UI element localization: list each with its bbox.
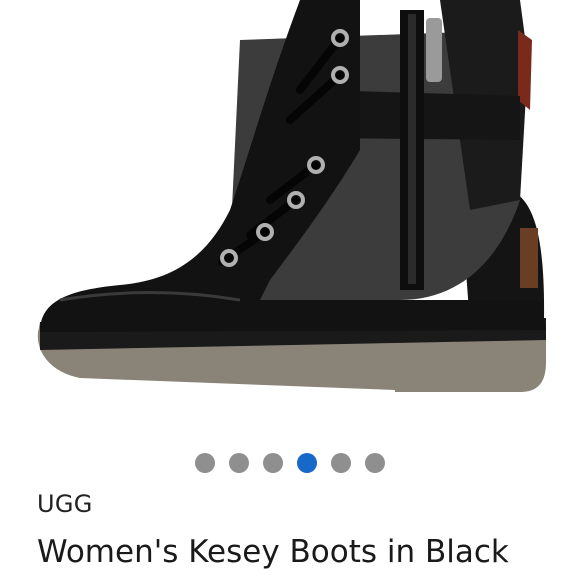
product-brand[interactable]: UGG (37, 490, 93, 518)
product-image[interactable] (0, 0, 580, 420)
carousel-dot-2[interactable] (229, 453, 249, 473)
carousel-dot-4[interactable] (297, 453, 317, 473)
image-carousel-dots (0, 453, 580, 473)
boot-image (37, 0, 546, 392)
carousel-dot-5[interactable] (331, 453, 351, 473)
carousel-dot-1[interactable] (195, 453, 215, 473)
product-title: Women's Kesey Boots in Black (37, 534, 509, 570)
carousel-dot-3[interactable] (263, 453, 283, 473)
carousel-dot-6[interactable] (365, 453, 385, 473)
